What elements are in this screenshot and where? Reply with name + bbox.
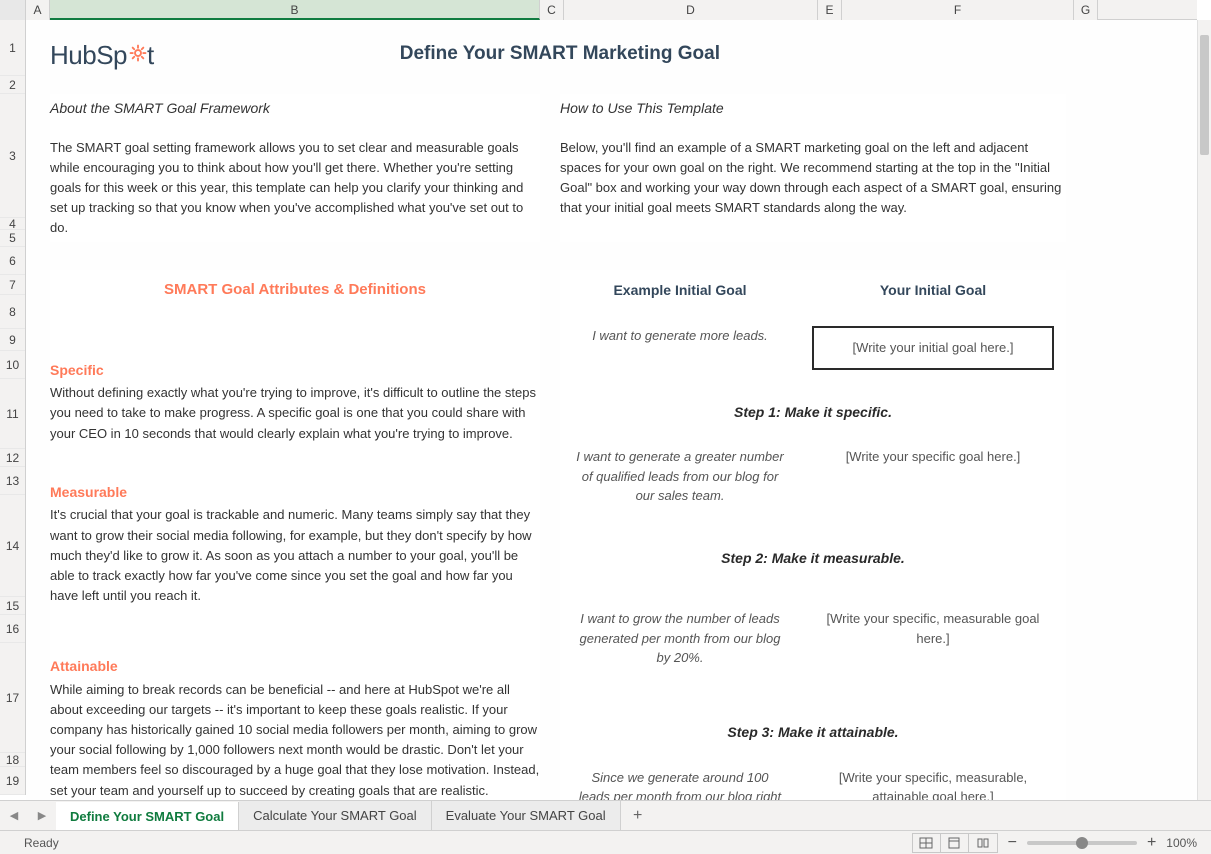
attributes-title: SMART Goal Attributes & Definitions xyxy=(50,278,540,301)
scrollbar-thumb[interactable] xyxy=(1200,35,1209,155)
your-header: Your Initial Goal xyxy=(800,274,1066,308)
zoom-out-button[interactable]: − xyxy=(1008,834,1017,852)
row-header-14[interactable]: 14 xyxy=(0,495,25,597)
row-header-10[interactable]: 10 xyxy=(0,351,25,379)
sheet-tab-0[interactable]: Define Your SMART Goal xyxy=(56,802,239,832)
goals-column: Example Initial Goal Your Initial Goal I… xyxy=(560,270,1066,800)
attr-attainable: Attainable xyxy=(50,656,540,678)
col-header-C[interactable]: C xyxy=(540,0,564,20)
your-initial-input[interactable]: [Write your initial goal here.] xyxy=(812,326,1054,370)
row-header-9[interactable]: 9 xyxy=(0,329,25,351)
step-3-example: Since we generate around 100 leads per m… xyxy=(560,764,800,800)
howto-body: Below, you'll find an example of a SMART… xyxy=(560,138,1066,219)
zoom-slider-thumb[interactable] xyxy=(1076,837,1088,849)
example-initial: I want to generate more leads. xyxy=(560,322,800,350)
main-grid: SMART Goal Attributes & Definitions Spec… xyxy=(50,270,1066,800)
status-bar: Ready − + 100% xyxy=(0,830,1211,854)
tab-nav-arrows: ◀ ▶ xyxy=(0,809,56,822)
row-header-7[interactable]: 7 xyxy=(0,275,25,295)
example-header: Example Initial Goal xyxy=(560,274,800,308)
intro-row: About the SMART Goal Framework The SMART… xyxy=(50,94,1066,242)
worksheet-area[interactable]: HubSpt Define Your SMART Marketing Goal … xyxy=(26,20,1197,800)
attr-specific-body: Without defining exactly what you're try… xyxy=(50,383,540,443)
view-normal-icon[interactable] xyxy=(913,834,941,852)
zoom-level[interactable]: 100% xyxy=(1166,836,1197,850)
tab-nav-left-icon[interactable]: ◀ xyxy=(10,809,18,822)
step-1-example: I want to generate a greater number of q… xyxy=(560,443,800,510)
step-2-example: I want to grow the number of leads gener… xyxy=(560,605,800,672)
step-3-row: Since we generate around 100 leads per m… xyxy=(560,764,1066,800)
row-header-4[interactable]: 4 xyxy=(0,218,25,230)
select-all-corner[interactable] xyxy=(0,0,26,20)
your-initial-cell[interactable]: [Write your initial goal here.] xyxy=(800,322,1066,374)
row-header-5[interactable]: 5 xyxy=(0,230,25,247)
header-row: HubSpt Define Your SMART Marketing Goal xyxy=(50,30,1066,78)
row-header-8[interactable]: 8 xyxy=(0,295,25,329)
view-page-layout-icon[interactable] xyxy=(941,834,969,852)
col-header-D[interactable]: D xyxy=(564,0,818,20)
row-header-2[interactable]: 2 xyxy=(0,76,25,94)
about-box: About the SMART Goal Framework The SMART… xyxy=(50,94,540,242)
step-1-input[interactable]: [Write your specific goal here.] xyxy=(800,443,1066,471)
step-3-title: Step 3: Make it attainable. xyxy=(560,722,1066,744)
step-1-title: Step 1: Make it specific. xyxy=(560,402,1066,424)
row-header-13[interactable]: 13 xyxy=(0,467,25,495)
row-header-19[interactable]: 19 xyxy=(0,767,25,795)
row-header-18[interactable]: 18 xyxy=(0,753,25,767)
col-header-G[interactable]: G xyxy=(1074,0,1098,20)
attr-attainable-body: While aiming to break records can be ben… xyxy=(50,680,540,800)
row-header-6[interactable]: 6 xyxy=(0,247,25,275)
attr-specific: Specific xyxy=(50,360,540,382)
row-header-17[interactable]: 17 xyxy=(0,643,25,753)
row-header-3[interactable]: 3 xyxy=(0,94,25,218)
howto-heading: How to Use This Template xyxy=(560,98,1066,120)
view-buttons xyxy=(912,833,998,853)
row-header-15[interactable]: 15 xyxy=(0,597,25,615)
tab-nav-right-icon[interactable]: ▶ xyxy=(38,809,46,822)
sheet-tab-1[interactable]: Calculate Your SMART Goal xyxy=(239,801,432,831)
step-2-input[interactable]: [Write your specific, measurable goal he… xyxy=(800,605,1066,652)
col-header-A[interactable]: A xyxy=(26,0,50,20)
about-body: The SMART goal setting framework allows … xyxy=(50,138,540,239)
sheet-tab-2[interactable]: Evaluate Your SMART Goal xyxy=(432,801,621,831)
row-header-11[interactable]: 11 xyxy=(0,379,25,449)
step-1-row: I want to generate a greater number of q… xyxy=(560,443,1066,510)
column-headers: ABCDEFG xyxy=(0,0,1197,20)
howto-box: How to Use This Template Below, you'll f… xyxy=(560,94,1066,242)
gear-icon xyxy=(129,38,147,56)
vertical-scrollbar[interactable] xyxy=(1197,20,1211,800)
add-sheet-button[interactable]: + xyxy=(621,801,655,831)
page-title: Define Your SMART Marketing Goal xyxy=(54,43,1066,65)
col-header-B[interactable]: B xyxy=(50,0,540,20)
row-header-12[interactable]: 12 xyxy=(0,449,25,467)
step-2-title: Step 2: Make it measurable. xyxy=(560,548,1066,570)
col-header-E[interactable]: E xyxy=(818,0,842,20)
row-header-16[interactable]: 16 xyxy=(0,615,25,643)
zoom-slider[interactable] xyxy=(1027,841,1137,845)
row-header-1[interactable]: 1 xyxy=(0,20,25,76)
attr-measurable: Measurable xyxy=(50,482,540,504)
step-2-row: I want to grow the number of leads gener… xyxy=(560,605,1066,672)
row-headers: 12345678910111213141516171819 xyxy=(0,20,26,795)
view-page-break-icon[interactable] xyxy=(969,834,997,852)
about-heading: About the SMART Goal Framework xyxy=(50,98,540,120)
sheet-tabs: ◀ ▶ Define Your SMART GoalCalculate Your… xyxy=(0,800,1211,830)
step-3-input[interactable]: [Write your specific, measurable, attain… xyxy=(800,764,1066,800)
zoom-in-button[interactable]: + xyxy=(1147,834,1156,852)
attr-measurable-body: It's crucial that your goal is trackable… xyxy=(50,505,540,606)
col-header-F[interactable]: F xyxy=(842,0,1074,20)
initial-row: I want to generate more leads. [Write yo… xyxy=(560,322,1066,374)
goals-header: Example Initial Goal Your Initial Goal xyxy=(560,274,1066,308)
status-text: Ready xyxy=(0,836,912,850)
attributes-column: SMART Goal Attributes & Definitions Spec… xyxy=(50,270,540,800)
